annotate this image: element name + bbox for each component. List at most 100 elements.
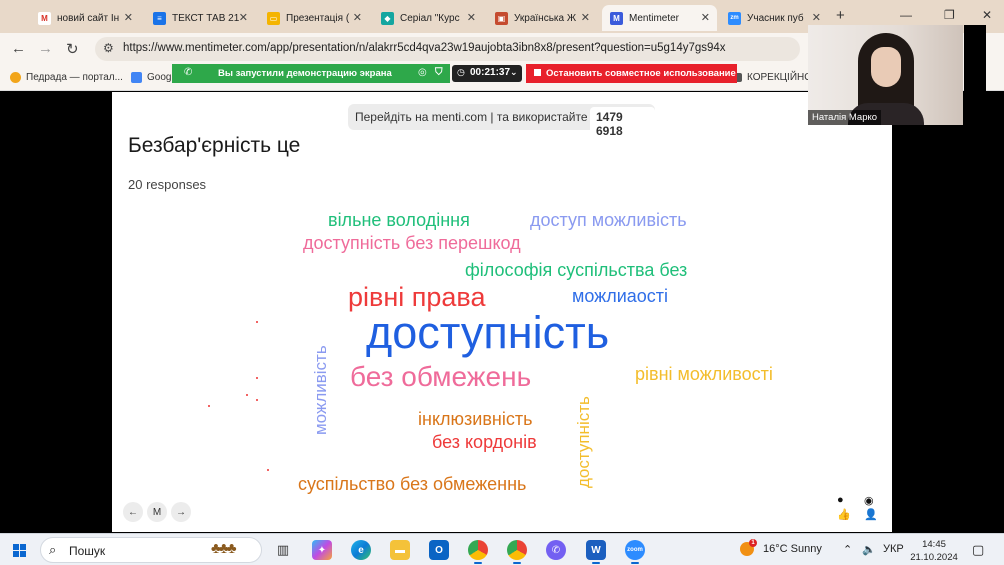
channel-icon: ◆ (381, 11, 394, 25)
word-cloud-word: суспільство без обмеженнь (298, 474, 527, 494)
screen-share-banner: ✆ Вы запустили демонстрацию экрана ◎ ⛉ ◷… (172, 64, 737, 83)
annotation-dot (256, 399, 258, 401)
annotation-dot (246, 394, 248, 396)
close-icon[interactable]: ✕ (353, 11, 362, 24)
taskbar-search[interactable]: ⌕ Пошук ♣♣♣ (40, 537, 262, 563)
person-icon[interactable]: 👤 (864, 508, 878, 521)
word-cloud-word: без обмежень (350, 361, 532, 392)
autumn-trees-icon: ♣♣♣ (211, 540, 236, 557)
shield-icon[interactable]: ⛉ (435, 67, 443, 78)
share-timer[interactable]: ◷ 00:21:37 ⌄ (452, 65, 522, 82)
site-settings-icon[interactable]: ⚙ (103, 41, 114, 55)
back-icon[interactable]: ← (11, 40, 26, 57)
new-tab-icon[interactable]: + (836, 7, 845, 24)
mentimeter-icon: M (610, 11, 623, 25)
close-icon[interactable]: ✕ (701, 11, 710, 24)
share-icon[interactable]: ◎ (418, 67, 427, 78)
zoom-taskbar-icon[interactable]: zoom (625, 540, 645, 564)
copilot-icon[interactable]: ✦ (312, 540, 332, 560)
tab-title: Презентація ( (286, 12, 350, 24)
video-tile-side (964, 25, 986, 125)
address-bar[interactable]: ⚙ https://www.mentimeter.com/app/present… (95, 37, 800, 61)
participant-name: Наталія Марко (808, 110, 882, 125)
clock-icon: ◷ (457, 67, 465, 77)
close-icon[interactable]: ✕ (581, 11, 590, 24)
language-indicator[interactable]: УКР (883, 543, 904, 555)
notification-icon[interactable]: ▢ (972, 542, 984, 558)
close-window-icon[interactable]: ✕ (982, 8, 992, 22)
word-cloud-word: доступність (366, 307, 610, 358)
tab-serial[interactable]: ◆ Серіал "Курс ✕ (373, 5, 483, 31)
word-cloud-word: можливість (311, 345, 330, 435)
share-message: Вы запустили демонстрацию экрана (218, 68, 392, 79)
slides-icon: ▭ (267, 11, 280, 25)
word-cloud-word: можлиаості (572, 286, 669, 306)
volume-icon[interactable]: 🔈 (862, 543, 876, 556)
url-text: https://www.mentimeter.com/app/presentat… (123, 42, 726, 54)
close-icon[interactable]: ✕ (124, 11, 133, 24)
mentimeter-menu-button[interactable]: M (147, 502, 167, 522)
chevron-up-icon[interactable]: ⌃ (843, 543, 852, 556)
screen: M новий сайт Ін ✕ ≡ ТЕКСТ ТАВ 21 ✕ ▭ Пре… (0, 0, 1004, 565)
presentation-slide: Перейдіть на menti.com | та використайте… (112, 92, 892, 532)
file-explorer-icon[interactable]: ▬ (390, 540, 410, 560)
edge-icon[interactable]: e (351, 540, 371, 560)
bookmark-label: Googl (147, 72, 174, 83)
annotation-dot (256, 321, 258, 323)
outlook-icon[interactable]: O (429, 540, 449, 560)
chrome-profile-icon[interactable] (507, 540, 527, 564)
participant-face (871, 47, 901, 87)
windows-start-icon[interactable] (13, 544, 26, 557)
sun-icon: 1 (740, 539, 757, 556)
minimize-icon[interactable]: — (900, 8, 912, 22)
tab-ukrainska[interactable]: ▣ Українська Ж ✕ (487, 5, 597, 31)
tab-title: Mentimeter (629, 12, 680, 24)
image-icon: ▣ (495, 11, 508, 25)
previous-slide-button[interactable]: ← (123, 502, 143, 522)
taskbar-clock[interactable]: 14:45 21.10.2024 (904, 538, 964, 564)
forward-icon[interactable]: → (38, 40, 53, 57)
join-instructions: Перейдіть на menti.com | та використайте… (348, 104, 655, 141)
close-icon[interactable]: ✕ (467, 11, 476, 24)
bookmark-google[interactable]: Googl (131, 72, 174, 83)
tab-title: Українська Ж (514, 12, 577, 24)
docs-icon: ≡ (153, 11, 166, 25)
bookmark-label: КОРЕКЦІЙНО- (747, 72, 816, 83)
tab-slides[interactable]: ▭ Презентація ( ✕ (259, 5, 369, 31)
alert-icon[interactable]: ● (837, 494, 844, 506)
bookmark-label: Педрада — портал... (26, 72, 123, 83)
tab-docs[interactable]: ≡ ТЕКСТ ТАВ 21 ✕ (145, 5, 255, 31)
word-cloud-word: доступ можливість (530, 210, 687, 230)
bookmark-favicon-icon (10, 72, 21, 83)
close-icon[interactable]: ✕ (239, 11, 248, 24)
video-tile[interactable]: Наталія Марко (808, 25, 963, 125)
reload-icon[interactable]: ↻ (66, 40, 79, 58)
timer-value: 00:21:37 (470, 67, 511, 78)
weather-widget[interactable]: 1 16°C Sunny (740, 539, 822, 556)
close-icon[interactable]: ✕ (812, 11, 821, 24)
share-status: ✆ Вы запустили демонстрацию экрана ◎ ⛉ (172, 64, 450, 83)
tab-title: Серіал "Курс (400, 12, 460, 24)
chrome-icon[interactable] (468, 540, 488, 564)
viber-icon[interactable]: ✆ (546, 540, 566, 560)
word-icon[interactable]: W (586, 540, 606, 564)
tab-gmail[interactable]: M новий сайт Ін ✕ (30, 5, 140, 31)
restore-icon[interactable]: ❐ (944, 8, 955, 22)
participants-icon[interactable]: ◉ (864, 494, 874, 507)
tab-mentimeter[interactable]: M Mentimeter ✕ (602, 5, 717, 31)
bookmark-korektsiino[interactable]: КОРЕКЦІЙНО- (733, 72, 815, 83)
google-translate-icon (131, 72, 142, 83)
thumbs-up-icon[interactable]: 👍 (837, 508, 851, 521)
search-icon: ⌕ (49, 542, 57, 557)
voting-code: 1479 6918 (590, 107, 655, 141)
next-slide-button[interactable]: → (171, 502, 191, 522)
word-cloud-word: інклюзивність (418, 409, 533, 429)
clock-date: 21.10.2024 (910, 552, 958, 563)
word-cloud-word: без кордонів (432, 432, 537, 452)
task-view-icon[interactable]: ▥ (273, 540, 293, 560)
zoom-icon: zm (728, 11, 741, 25)
stop-sharing-button[interactable]: Остановить совместное использование (526, 64, 737, 83)
tab-title: ТЕКСТ ТАВ 21 (172, 12, 240, 24)
bookmark-pedrada[interactable]: Педрада — портал... (10, 72, 123, 83)
weather-text: 16°C Sunny (763, 543, 822, 555)
